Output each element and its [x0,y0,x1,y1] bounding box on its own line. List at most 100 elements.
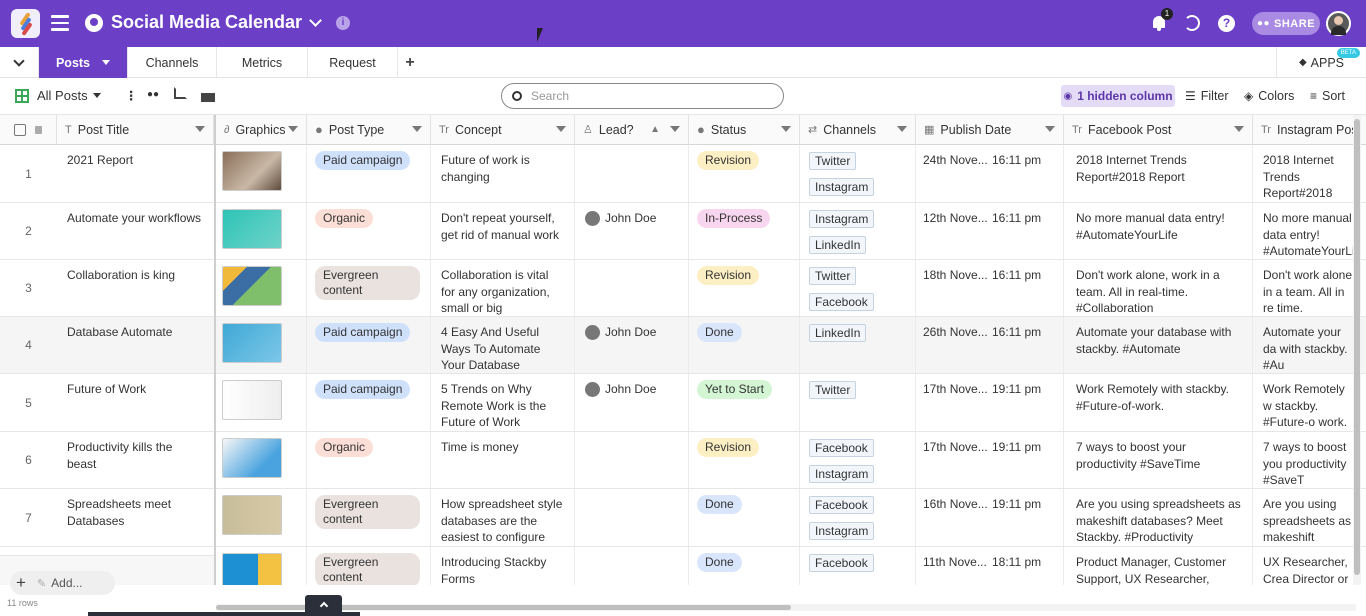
menu-icon[interactable] [51,15,69,31]
title-chevron-down-icon[interactable] [309,14,322,27]
add-row-button[interactable]: + ✎ Add... [10,571,115,595]
channel-tag[interactable]: Instagram [809,465,875,483]
cell-post-type[interactable]: Paid campaign [307,145,431,202]
cell-facebook-post[interactable]: 7 ways to boost your productivity #SaveT… [1064,432,1253,488]
cell-status[interactable]: Revision [689,260,800,316]
caret-down-icon[interactable] [1234,126,1244,132]
row-number[interactable]: 3 [0,260,57,316]
cell-status[interactable]: Revision [689,432,800,488]
share-view-icon[interactable] [174,87,187,99]
table-row[interactable]: 4 Database Automate Paid campaign 4 Easy A… [0,317,1366,374]
cell-concept[interactable]: Future of work is changing [431,145,575,202]
column-header-post-title[interactable]: T Post Title [57,115,214,145]
cell-graphics[interactable] [216,489,307,546]
view-selector[interactable]: All Posts [15,88,101,103]
table-row[interactable]: 3 Collaboration is king Evergreen content… [0,260,1366,317]
cell-post-title[interactable]: Collaboration is king [57,260,214,316]
table-row[interactable]: 7 Spreadsheets meet Databases Evergreen c… [0,489,1366,547]
tab-request[interactable]: Request [308,47,398,78]
cell-lead[interactable] [575,489,689,546]
cell-instagram-post[interactable]: UX Researcher, Crea Director or a Deal-F [1253,547,1366,585]
cell-lead[interactable] [575,547,689,585]
help-icon[interactable]: ? [1218,15,1235,32]
caret-down-icon[interactable] [670,126,680,132]
history-icon[interactable] [1184,15,1200,31]
cell-status[interactable]: Done [689,317,800,373]
cell-facebook-post[interactable]: Don't work alone, work in a team. All in… [1064,260,1253,316]
tab-channels[interactable]: Channels [128,47,217,78]
channel-tag[interactable]: Facebook [809,554,874,572]
cell-concept[interactable]: Don't repeat yourself, get rid of manual… [431,203,575,259]
info-icon[interactable]: i [336,16,350,30]
cell-post-type[interactable]: Organic [307,432,431,488]
column-header-lead[interactable]: ♙ Lead? ▲ [575,115,689,145]
cell-lead[interactable]: John Doe [575,317,689,373]
table-row[interactable]: 2 Automate your workflows Organic Don't re… [0,203,1366,260]
search-input[interactable]: Search [501,83,784,109]
column-header-facebook-post[interactable]: Tr Facebook Post [1064,115,1253,145]
row-number[interactable]: 7 [0,489,57,546]
channel-tag[interactable]: Twitter [809,381,857,399]
cell-post-title[interactable]: Automate your workflows [57,203,214,259]
graphic-thumbnail[interactable] [222,495,282,535]
cell-publish-date[interactable]: 16th Nove... 19:11 pm [916,489,1064,546]
cell-facebook-post[interactable]: No more manual data entry! #AutomateYour… [1064,203,1253,259]
cell-instagram-post[interactable]: No more manual data entry! #AutomateYour… [1253,203,1366,259]
cell-channels[interactable]: Instagram LinkedIn [800,203,916,259]
add-table-button[interactable]: + [398,47,422,78]
column-header-channels[interactable]: ⇄ Channels [800,115,916,145]
row-number[interactable]: 4 [0,317,57,373]
cell-graphics[interactable] [216,203,307,259]
row-number[interactable]: 6 [0,432,57,488]
channel-tag[interactable]: Twitter [809,267,857,285]
row-number[interactable]: 1 [0,145,57,202]
cell-status[interactable]: Revision [689,145,800,202]
cell-graphics[interactable] [216,432,307,488]
cell-concept[interactable]: 4 Easy And Useful Ways To Automate Your … [431,317,575,373]
cell-instagram-post[interactable]: Automate your da with stackby. #Au [1253,317,1366,373]
cell-instagram-post[interactable]: 7 ways to boost you productivity #SaveT [1253,432,1366,488]
cell-facebook-post[interactable]: Are you using spreadsheets as makeshift … [1064,489,1253,546]
channel-tag[interactable]: Twitter [809,152,857,170]
cell-publish-date[interactable]: 12th Nove... 16:11 pm [916,203,1064,259]
cell-publish-date[interactable]: 11th Nove... 18:11 pm [916,547,1064,585]
cell-status[interactable]: Done [689,547,800,585]
cell-lead[interactable]: John Doe [575,203,689,259]
cell-graphics[interactable] [216,547,307,585]
cell-lead[interactable] [575,145,689,202]
channel-tag[interactable]: Instagram [809,178,875,196]
caret-down-icon[interactable] [556,126,566,132]
cell-lead[interactable]: John Doe [575,374,689,431]
cell-publish-date[interactable]: 17th Nove... 19:11 pm [916,374,1064,431]
graphic-thumbnail[interactable] [222,266,282,306]
column-header-concept[interactable]: Tr Concept [431,115,575,145]
cell-status[interactable]: Yet to Start [689,374,800,431]
column-header-publish-date[interactable]: ▦ Publish Date [916,115,1064,145]
cell-concept[interactable]: Time is money [431,432,575,488]
caret-down-icon[interactable] [1045,126,1055,132]
column-header-graphics[interactable]: ∂ Graphics [216,115,307,145]
filter-button[interactable]: ☰ Filter [1185,89,1229,103]
channel-tag[interactable]: LinkedIn [809,236,867,254]
cell-instagram-post[interactable]: Work Remotely w stackby. #Future-o work. [1253,374,1366,431]
caret-down-icon[interactable] [102,60,111,65]
hidden-columns-button[interactable]: ◉ 1 hidden column [1061,85,1175,107]
cell-facebook-post[interactable]: Product Manager, Customer Support, UX Re… [1064,547,1253,585]
graphic-thumbnail[interactable] [222,323,282,363]
apps-button[interactable]: ◆ APPS BETA [1276,47,1366,78]
cell-channels[interactable]: Facebook [800,547,916,585]
cell-post-title[interactable]: Productivity kills the beast [57,432,214,488]
cell-post-type[interactable]: Paid campaign [307,374,431,431]
cell-status[interactable]: Done [689,489,800,546]
row-number[interactable]: 2 [0,203,57,259]
cell-post-title[interactable]: Future of Work [57,374,214,431]
colors-button[interactable]: ◈ Colors [1244,89,1294,103]
tab-posts[interactable]: Posts [39,47,128,78]
caret-down-icon[interactable] [288,126,298,132]
user-avatar[interactable] [1326,11,1351,36]
notification-bell-icon[interactable]: 1 [1151,8,1173,31]
channel-tag[interactable]: Facebook [809,293,874,311]
cell-post-type[interactable]: Organic [307,203,431,259]
channel-tag[interactable]: LinkedIn [809,324,867,342]
column-header-instagram-post[interactable]: Tr Instagram Pos [1253,115,1366,145]
